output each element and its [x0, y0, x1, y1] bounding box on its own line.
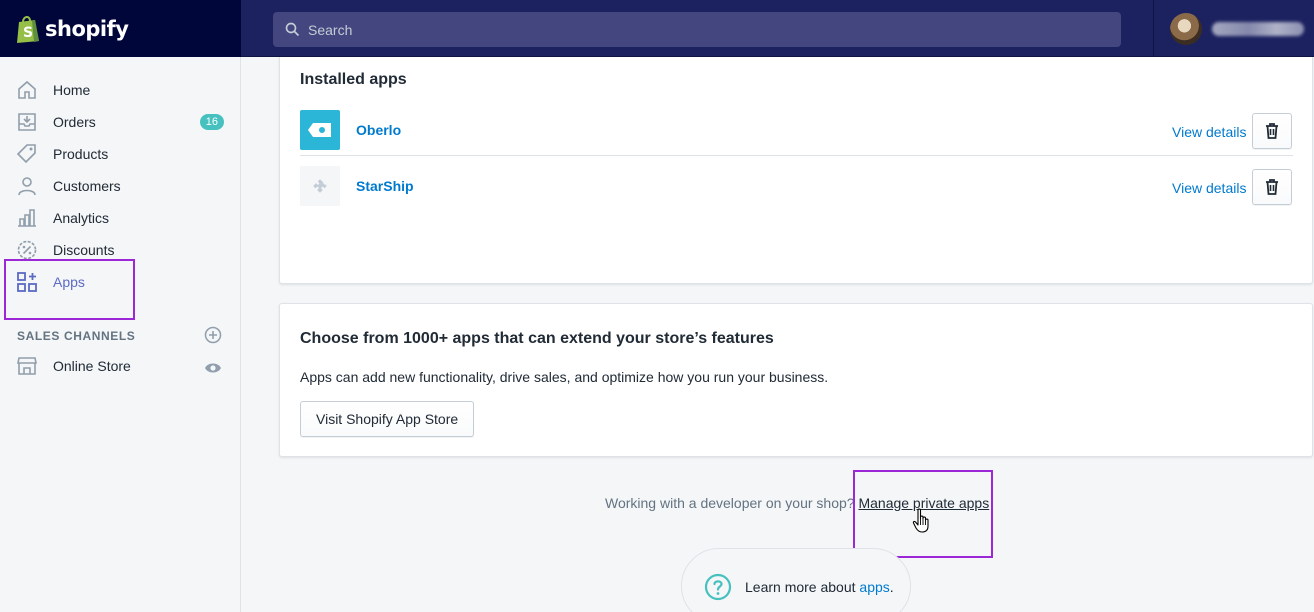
view-details-link[interactable]: View details: [1172, 124, 1246, 140]
learn-more-label: Learn more about: [745, 579, 856, 595]
shopify-logo[interactable]: S shopify: [0, 0, 241, 57]
installed-apps-card: Installed apps Oberlo View details StarS…: [279, 57, 1313, 284]
view-details-link[interactable]: View details: [1172, 180, 1246, 196]
blurred-username: [1212, 21, 1304, 36]
delete-app-button[interactable]: [1252, 169, 1292, 205]
store-icon: [16, 355, 38, 377]
app-store-title: Choose from 1000+ apps that can extend y…: [300, 330, 774, 347]
search-placeholder: Search: [308, 21, 353, 38]
sidebar-item-label: Customers: [53, 178, 121, 194]
learn-more-text: Learn more about apps.: [745, 579, 894, 595]
sidebar-item-label: Analytics: [53, 210, 110, 226]
eye-icon[interactable]: [204, 359, 222, 382]
oberlo-logo-icon[interactable]: [300, 110, 340, 150]
tag-icon: [16, 143, 38, 165]
add-channel-icon[interactable]: [204, 326, 222, 349]
sidebar-item-label: Home: [53, 82, 91, 98]
learn-more-suffix: .: [889, 579, 894, 595]
shopify-bag-icon: S: [17, 15, 39, 43]
app-name-link[interactable]: Oberlo: [356, 122, 401, 138]
delete-app-button[interactable]: [1252, 113, 1292, 149]
sidebar-item-orders[interactable]: Orders 16: [0, 106, 241, 138]
app-row-starship: StarShip View details: [300, 157, 1293, 212]
sales-channels-heading: SALES CHANNELS: [17, 329, 136, 343]
person-icon: [16, 175, 38, 197]
app-store-description: Apps can add new functionality, drive sa…: [300, 369, 829, 385]
sidebar-item-label: Online Store: [53, 358, 131, 374]
home-icon: [16, 79, 38, 101]
avatar[interactable]: [1170, 12, 1202, 45]
svg-text:S: S: [23, 25, 33, 41]
search-input[interactable]: Search: [273, 12, 1121, 47]
sidebar-item-label: Orders: [53, 114, 96, 130]
puzzle-piece-icon[interactable]: [300, 166, 340, 206]
sidebar-item-home[interactable]: Home: [0, 74, 241, 106]
developer-text: Working with a developer on your shop?: [605, 495, 859, 511]
top-bar: S shopify Search: [0, 0, 1314, 57]
sidebar-item-customers[interactable]: Customers: [0, 170, 241, 202]
sidebar: Home Orders 16 Products Customers Analyt…: [0, 57, 241, 612]
sidebar-item-products[interactable]: Products: [0, 138, 241, 170]
trash-icon: [1266, 179, 1278, 195]
search-icon: [285, 22, 300, 37]
sidebar-item-label: Products: [53, 146, 109, 162]
help-question-icon: [704, 573, 732, 601]
brand-wordmark: shopify: [45, 16, 129, 41]
sidebar-item-analytics[interactable]: Analytics: [0, 202, 241, 234]
installed-apps-title: Installed apps: [300, 71, 407, 88]
visit-app-store-button[interactable]: Visit Shopify App Store: [300, 401, 475, 437]
learn-more-footer: Learn more about apps.: [681, 548, 911, 612]
orders-count-badge: 16: [199, 114, 224, 130]
app-row-oberlo: Oberlo View details: [300, 101, 1293, 156]
trash-icon: [1266, 123, 1278, 139]
orders-icon: [16, 111, 38, 133]
hand-cursor-icon: [912, 508, 929, 533]
apps-highlight-box: [4, 259, 135, 320]
sidebar-item-label: Discounts: [53, 242, 115, 258]
bar-chart-icon: [16, 207, 38, 229]
discount-icon: [16, 239, 38, 261]
app-store-card: Choose from 1000+ apps that can extend y…: [279, 303, 1313, 457]
apps-help-link[interactable]: apps: [859, 579, 889, 595]
app-name-link[interactable]: StarShip: [356, 178, 414, 194]
user-menu[interactable]: [1153, 0, 1314, 57]
